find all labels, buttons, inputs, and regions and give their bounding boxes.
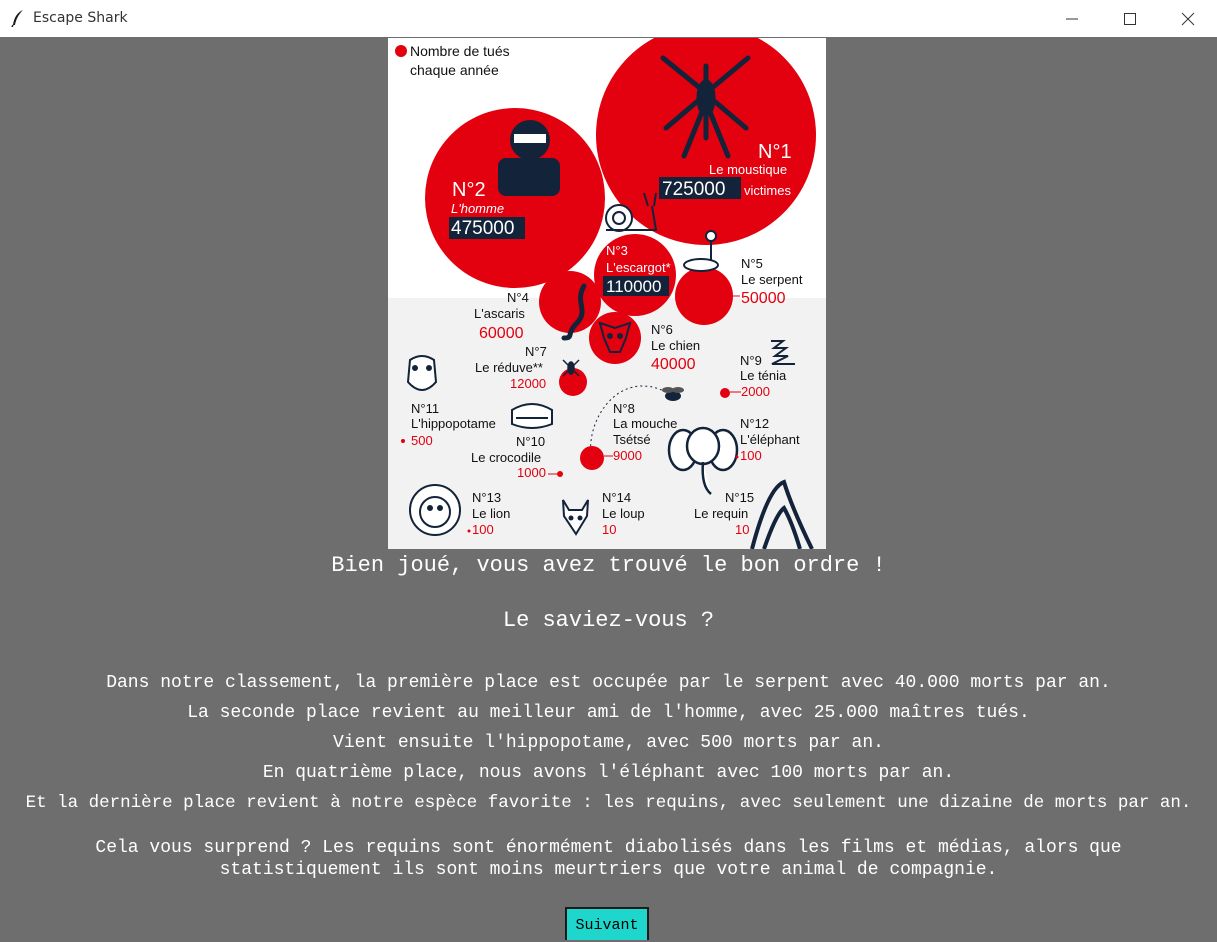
name-8-line-2: Tsétsé: [613, 432, 651, 447]
legend-dot-icon: [395, 45, 407, 57]
hippo-icon: [406, 355, 438, 391]
crocodile-icon: [511, 403, 553, 429]
name-8-line-1: La mouche: [613, 416, 677, 431]
rank-13: N°13: [472, 490, 501, 505]
name-2: L'homme: [451, 201, 504, 216]
value-4: 60000: [479, 325, 524, 342]
rank-15: N°15: [725, 490, 754, 505]
value-1: 725000: [662, 179, 725, 200]
value-14: 10: [602, 522, 616, 537]
minimize-icon: [1066, 18, 1078, 20]
value-5: 50000: [741, 290, 786, 307]
tenia-bubble: [720, 388, 730, 398]
rank-2: N°2: [452, 179, 486, 201]
title-bar: Escape Shark: [0, 0, 1217, 37]
next-button[interactable]: Suivant: [565, 907, 649, 940]
snake-bubble: [675, 267, 733, 325]
rank-11: N°11: [411, 401, 439, 416]
rank-8: N°8: [613, 401, 635, 416]
value-12: 100: [740, 448, 762, 463]
fact-line-6: Cela vous surprend ? Les requins sont én…: [95, 838, 1122, 880]
fact-line-2: La seconde place revient au meilleur ami…: [187, 703, 1030, 723]
value-15: 10: [735, 522, 749, 537]
name-11: L'hippopotame: [411, 416, 496, 431]
ascaris-bubble: [539, 271, 601, 333]
fact-line-4: En quatrième place, nous avons l'éléphan…: [262, 763, 955, 783]
name-13: Le lion: [472, 506, 510, 521]
rank-4: N°4: [507, 290, 529, 305]
rank-14: N°14: [602, 490, 631, 505]
name-6: Le chien: [651, 338, 700, 353]
suffix-1: victimes: [744, 183, 791, 198]
deadliest-animals-infographic: Nombre de tués chaque année N°1 Le moust…: [388, 38, 826, 549]
name-10: Le crocodile: [471, 450, 541, 465]
rank-6: N°6: [651, 322, 673, 337]
value-8: 9000: [613, 448, 642, 463]
close-icon: [1181, 12, 1195, 26]
rank-7: N°7: [525, 344, 547, 359]
name-12: L'éléphant: [740, 432, 800, 447]
minimize-button[interactable]: [1043, 0, 1101, 37]
value-6: 40000: [651, 356, 696, 373]
did-you-know-heading: Le saviez-vous ?: [502, 608, 715, 633]
legend-line-2: chaque année: [410, 62, 499, 78]
name-4: L'ascaris: [474, 306, 525, 321]
value-7: 12000: [510, 376, 546, 391]
fact-line-5: Et la dernière place revient à notre esp…: [25, 793, 1192, 813]
lion-icon: [409, 484, 461, 536]
value-11: 500: [411, 433, 433, 448]
rank-9: N°9: [740, 353, 762, 368]
rank-1: N°1: [758, 141, 792, 163]
name-9: Le ténia: [740, 368, 787, 383]
value-13: 100: [472, 522, 494, 537]
maximize-icon: [1124, 13, 1136, 25]
name-7: Le réduve**: [475, 360, 543, 375]
feather-icon: [11, 10, 23, 27]
rank-10: N°10: [516, 434, 545, 449]
value-10: 1000: [517, 465, 546, 480]
name-14: Le loup: [602, 506, 645, 521]
rank-12: N°12: [740, 416, 769, 431]
value-2: 475000: [451, 218, 514, 239]
maximize-button[interactable]: [1101, 0, 1159, 37]
fact-line-3: Vient ensuite l'hippopotame, avec 500 mo…: [333, 733, 884, 753]
close-button[interactable]: [1159, 0, 1217, 37]
success-message: Bien joué, vous avez trouvé le bon ordre…: [331, 553, 886, 578]
fact-line-1: Dans notre classement, la première place…: [106, 673, 1111, 693]
value-9: 2000: [741, 384, 770, 399]
rank-3: N°3: [606, 243, 628, 258]
legend-line-1: Nombre de tués: [410, 43, 510, 59]
window-title: Escape Shark: [33, 10, 128, 26]
dog-bubble: [589, 312, 641, 364]
name-3: L'escargot*: [606, 260, 671, 275]
name-15: Le requin: [694, 506, 748, 521]
rank-5: N°5: [741, 256, 763, 271]
value-3: 110000: [606, 277, 661, 296]
name-5: Le serpent: [741, 272, 803, 287]
name-1: Le moustique: [709, 162, 787, 177]
fly-bubble: [580, 446, 604, 470]
